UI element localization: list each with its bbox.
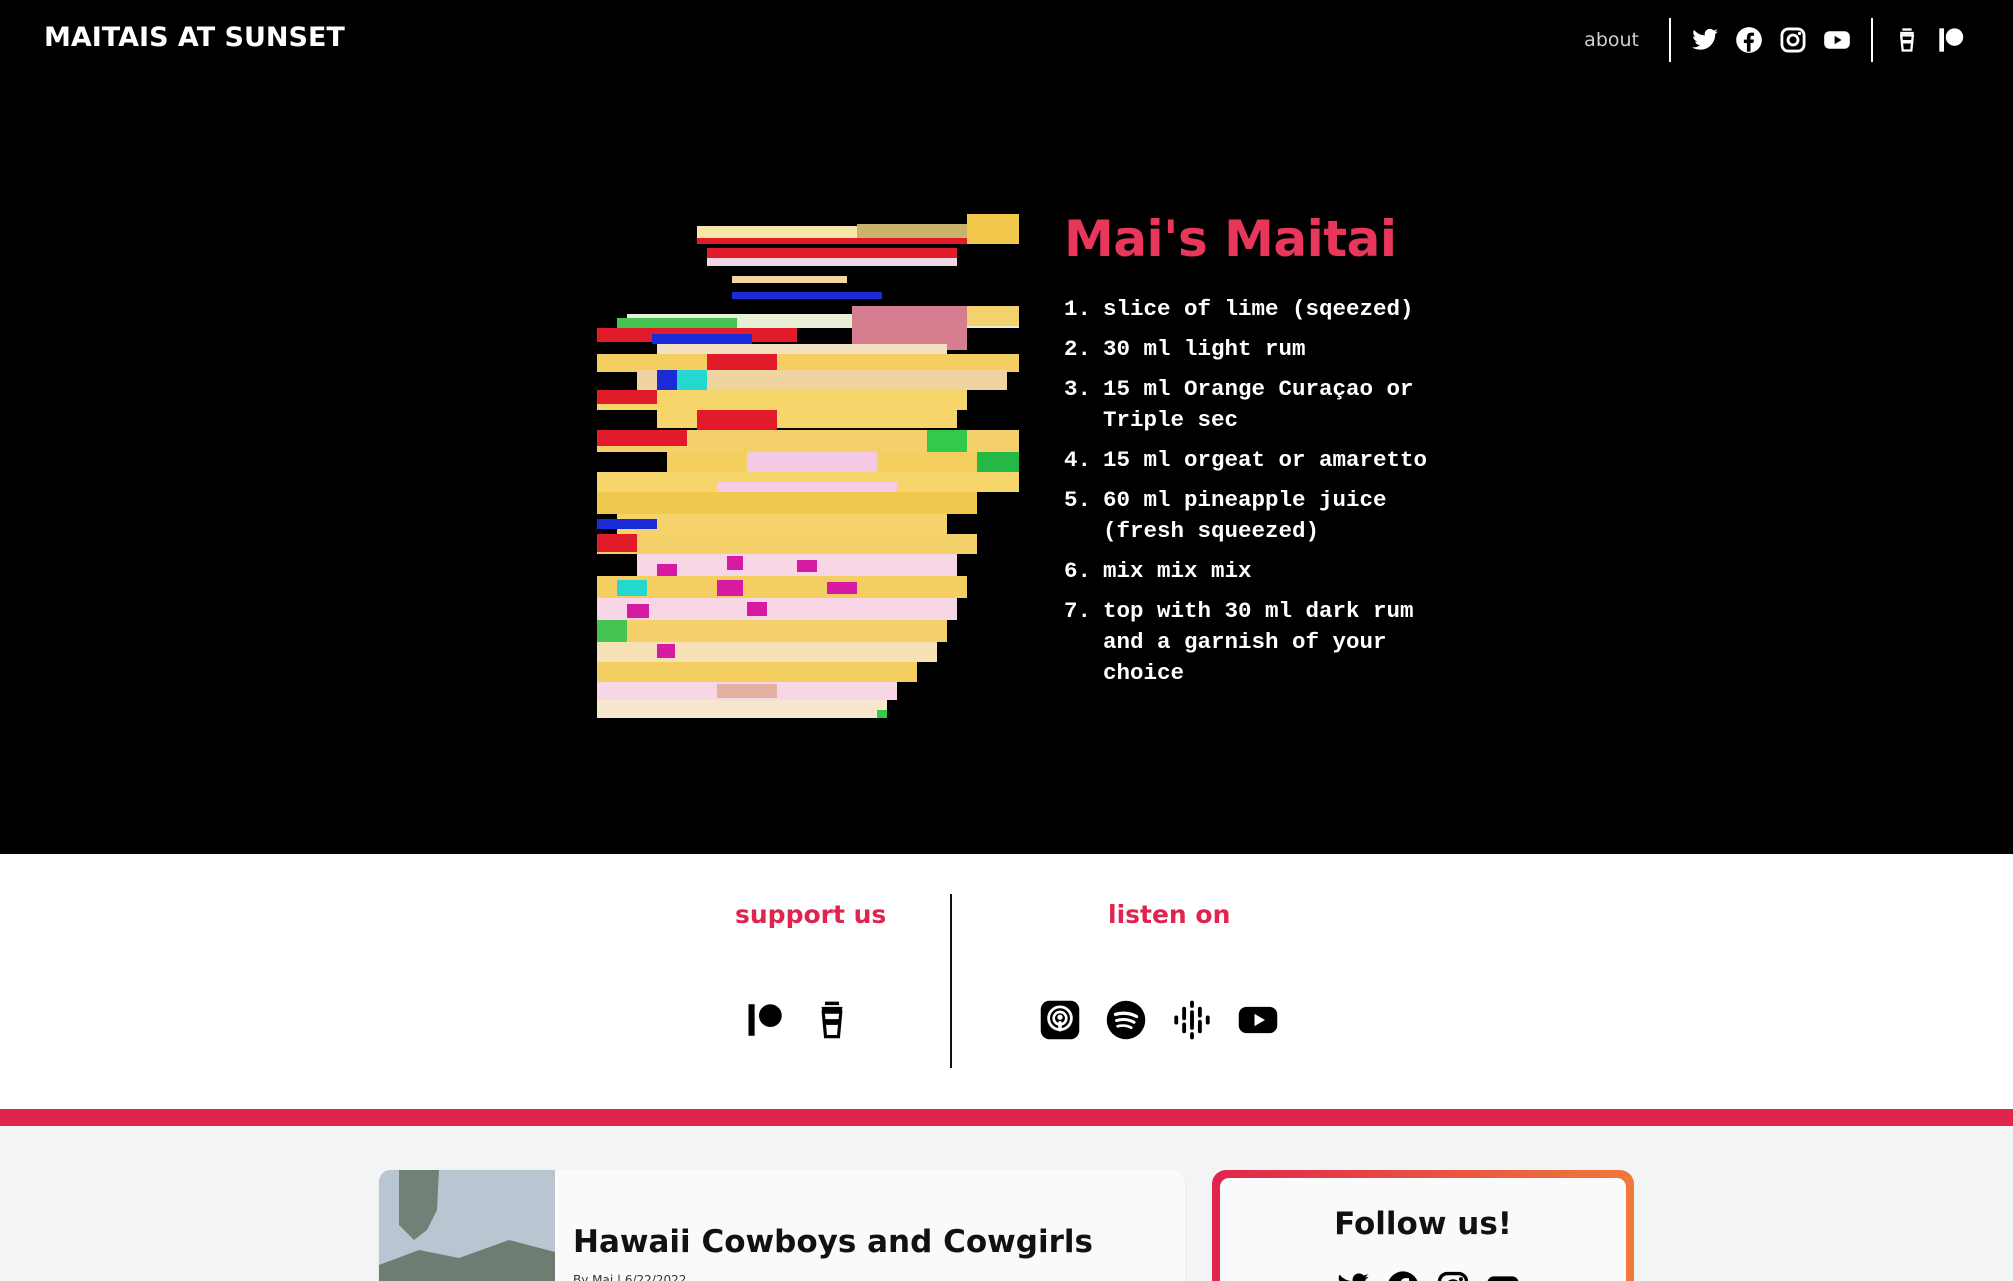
support-listen-section: support us listen on — [0, 854, 2013, 1109]
follow-us-card: Follow us! — [1212, 1170, 1634, 1281]
patreon-icon[interactable] — [1937, 26, 1965, 54]
accent-divider-bar — [0, 1109, 2013, 1126]
facebook-icon[interactable] — [1735, 26, 1763, 54]
step-text: 60 ml pineapple juice (fresh squeezed) — [1103, 487, 1387, 544]
step-number: 1. — [1064, 296, 1092, 322]
step-text: 15 ml orgeat or amaretto — [1103, 447, 1428, 473]
list-item: 2. 30 ml light rum — [1064, 334, 1444, 365]
section-divider — [950, 894, 952, 1068]
follow-us-inner: Follow us! — [1220, 1178, 1626, 1281]
buymeacoffee-icon[interactable] — [1893, 26, 1921, 54]
step-text: mix mix mix — [1103, 558, 1252, 584]
list-item: 1. slice of lime (sqeezed) — [1064, 294, 1444, 325]
post-thumbnail — [379, 1170, 555, 1281]
list-item: 7. top with 30 ml dark rum and a garnish … — [1064, 596, 1444, 689]
youtube-icon[interactable] — [1237, 999, 1279, 1041]
step-number: 4. — [1064, 447, 1092, 473]
recipe-title: Mai's Maitai — [1064, 210, 1397, 268]
site-header: MAITAIS AT SUNSET about — [0, 0, 2013, 80]
post-title[interactable]: Hawaii Cowboys and Cowgirls — [573, 1224, 1093, 1260]
patreon-icon[interactable] — [745, 999, 787, 1041]
follow-us-heading: Follow us! — [1334, 1206, 1512, 1242]
buymeacoffee-icon[interactable] — [811, 999, 853, 1041]
nav-about-link[interactable]: about — [1584, 29, 1639, 51]
post-card[interactable]: Hawaii Cowboys and Cowgirls By Mai | 6/2… — [379, 1170, 1185, 1281]
recipe-steps: 1. slice of lime (sqeezed) 2. 30 ml light … — [1064, 294, 1444, 689]
cover-art-image — [597, 214, 1019, 718]
site-brand[interactable]: MAITAIS AT SUNSET — [44, 22, 345, 53]
listen-on-heading: listen on — [1108, 900, 1231, 929]
instagram-icon[interactable] — [1436, 1270, 1470, 1281]
twitter-icon[interactable] — [1336, 1270, 1370, 1281]
instagram-icon[interactable] — [1779, 26, 1807, 54]
step-number: 2. — [1064, 336, 1092, 362]
list-item: 5. 60 ml pineapple juice (fresh squeezed) — [1064, 485, 1444, 547]
post-meta: By Mai | 6/22/2022 — [573, 1273, 687, 1281]
step-text: slice of lime (sqeezed) — [1103, 296, 1414, 322]
follow-icons — [1336, 1270, 1536, 1281]
step-text: top with 30 ml dark rum and a garnish of… — [1103, 598, 1414, 686]
step-number: 7. — [1064, 598, 1092, 624]
step-text: 30 ml light rum — [1103, 336, 1306, 362]
facebook-icon[interactable] — [1386, 1270, 1420, 1281]
step-number: 3. — [1064, 376, 1092, 402]
hero-section: Mai's Maitai 1. slice of lime (sqeezed) 2… — [0, 80, 2013, 854]
twitter-icon[interactable] — [1691, 26, 1719, 54]
support-us-heading: support us — [735, 900, 887, 929]
recipe-panel: Mai's Maitai 1. slice of lime (sqeezed) 2… — [1064, 210, 1444, 698]
google-podcasts-icon[interactable] — [1171, 999, 1213, 1041]
step-number: 6. — [1064, 558, 1092, 584]
spotify-icon[interactable] — [1105, 999, 1147, 1041]
nav-divider — [1669, 18, 1671, 62]
nav-divider — [1871, 18, 1873, 62]
list-item: 4. 15 ml orgeat or amaretto — [1064, 445, 1444, 476]
step-text: 15 ml Orange Curaçao or Triple sec — [1103, 376, 1414, 433]
youtube-icon[interactable] — [1486, 1270, 1520, 1281]
step-number: 5. — [1064, 487, 1092, 513]
top-nav: about — [1584, 18, 1973, 62]
apple-podcasts-icon[interactable] — [1039, 999, 1081, 1041]
list-item: 6. mix mix mix — [1064, 556, 1444, 587]
list-item: 3. 15 ml Orange Curaçao or Triple sec — [1064, 374, 1444, 436]
youtube-icon[interactable] — [1823, 26, 1851, 54]
